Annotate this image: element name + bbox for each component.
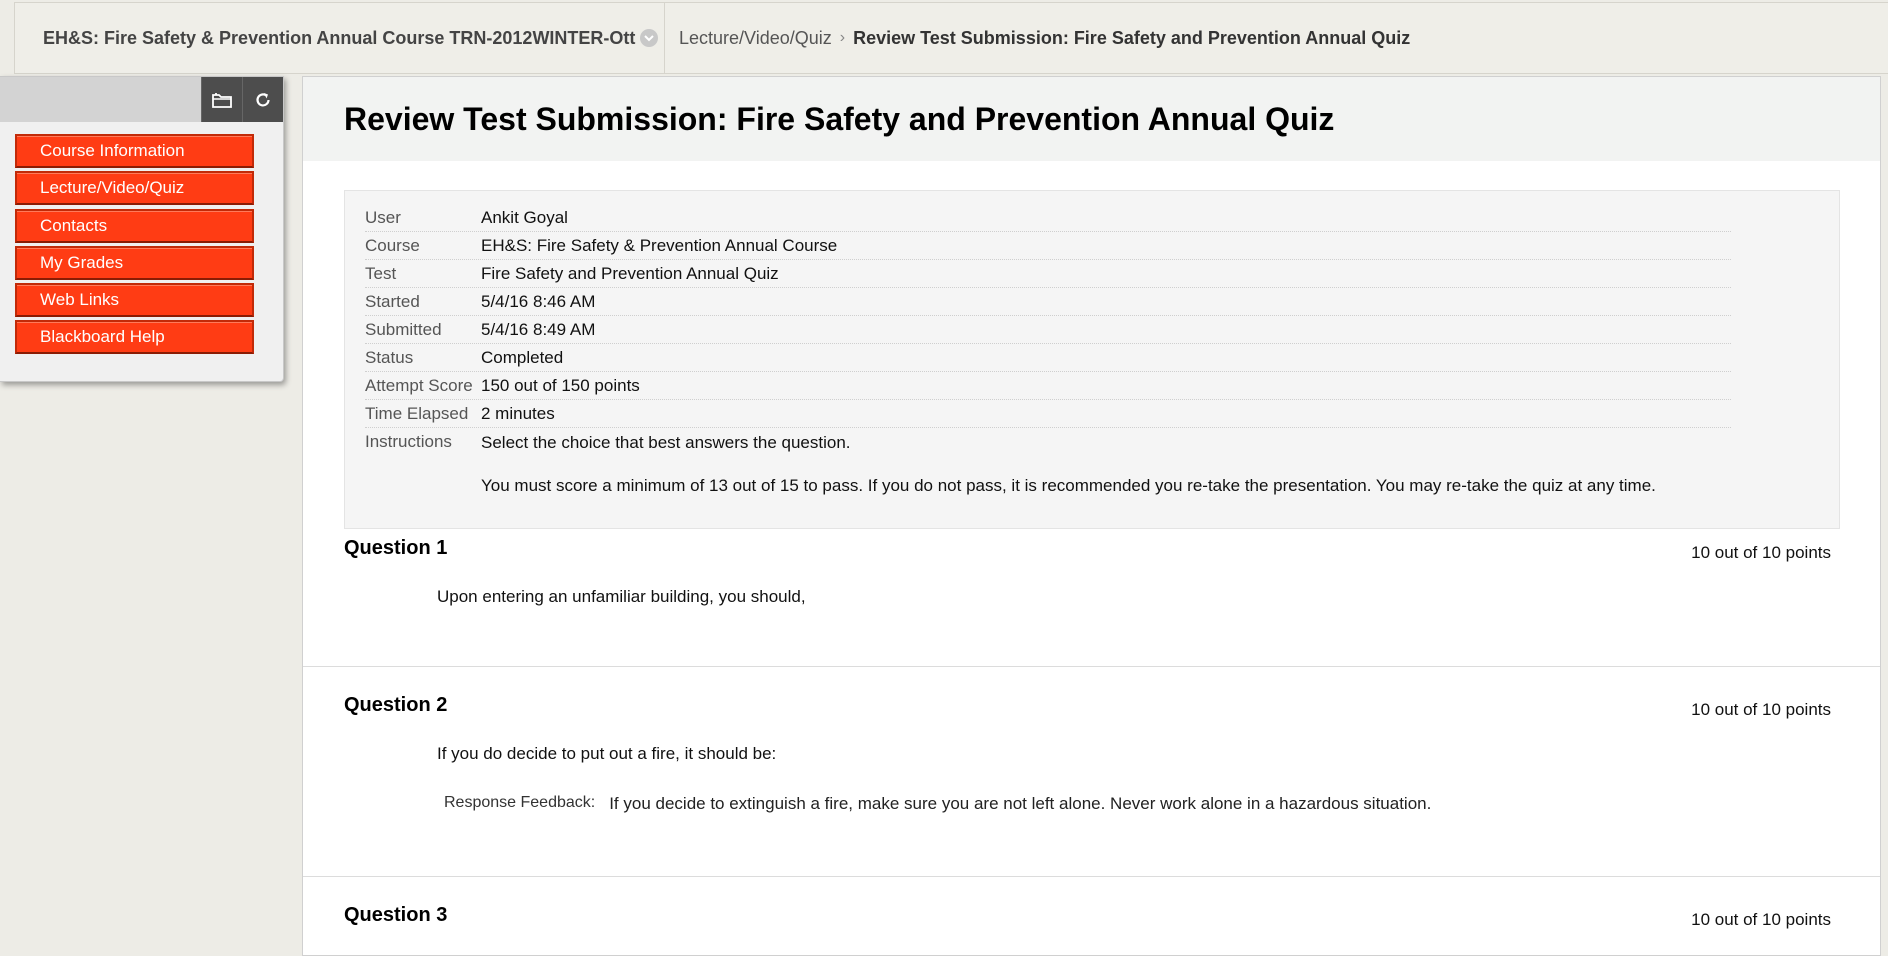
course-menu-toggle[interactable]: EH&S: Fire Safety & Prevention Annual Co… <box>15 3 665 73</box>
breadcrumb-current: Review Test Submission: Fire Safety and … <box>853 27 1411 48</box>
detail-value: 150 out of 150 points <box>481 376 640 395</box>
detail-label: Test <box>365 264 397 283</box>
menu-item-my-grades[interactable]: My Grades <box>15 245 254 280</box>
refresh-button[interactable] <box>242 77 283 122</box>
folder-view-button[interactable] <box>201 77 242 122</box>
response-feedback: Response Feedback: If you decide to exti… <box>444 794 1431 814</box>
course-menu: Course Information Lecture/Video/Quiz Co… <box>0 76 284 382</box>
menu-item-blackboard-help[interactable]: Blackboard Help <box>15 320 254 355</box>
detail-value: EH&S: Fire Safety & Prevention Annual Co… <box>481 236 838 255</box>
question-text: Upon entering an unfamiliar building, yo… <box>437 587 806 606</box>
detail-row-instructions: Instructions Select the choice that best… <box>365 428 1731 521</box>
detail-label: User <box>365 208 401 227</box>
detail-value: Completed <box>481 348 564 367</box>
detail-label: Course <box>365 236 420 255</box>
detail-row-time-elapsed: Time Elapsed 2 minutes <box>365 400 1731 428</box>
feedback-label: Response Feedback: <box>444 794 596 811</box>
detail-value: Ankit Goyal <box>481 208 568 227</box>
question-title: Question 1 <box>344 537 448 559</box>
detail-row-attempt-score: Attempt Score 150 out of 150 points <box>365 372 1731 400</box>
main-content: Review Test Submission: Fire Safety and … <box>302 76 1881 956</box>
course-menu-tools <box>201 77 283 122</box>
question-points: 10 out of 10 points <box>1691 910 1831 929</box>
breadcrumb-link-lecture[interactable]: Lecture/Video/Quiz <box>679 28 832 49</box>
instructions-line: You must score a minimum of 13 out of 15… <box>481 476 1656 495</box>
detail-row-submitted: Submitted 5/4/16 8:49 AM <box>365 316 1731 344</box>
question-title: Question 2 <box>344 694 448 716</box>
page-title: Review Test Submission: Fire Safety and … <box>344 100 1335 137</box>
course-menu-header <box>0 77 283 122</box>
course-menu-list: Course Information Lecture/Video/Quiz Co… <box>0 122 283 355</box>
detail-value: Fire Safety and Prevention Annual Quiz <box>481 264 779 283</box>
breadcrumb-bar: EH&S: Fire Safety & Prevention Annual Co… <box>14 2 1888 74</box>
menu-item-lecture-video-quiz[interactable]: Lecture/Video/Quiz <box>15 171 254 206</box>
detail-label: Status <box>365 348 414 367</box>
menu-item-web-links[interactable]: Web Links <box>15 283 254 318</box>
course-title: EH&S: Fire Safety & Prevention Annual Co… <box>43 27 636 48</box>
detail-row-started: Started 5/4/16 8:46 AM <box>365 288 1731 316</box>
detail-label: Time Elapsed <box>365 404 469 423</box>
question-text: If you do decide to put out a fire, it s… <box>437 744 777 763</box>
feedback-text: If you decide to extinguish a fire, make… <box>609 794 1432 813</box>
submission-details: User Ankit Goyal Course EH&S: Fire Safet… <box>344 190 1840 529</box>
detail-row-user: User Ankit Goyal <box>365 204 1731 232</box>
detail-value: 5/4/16 8:49 AM <box>481 320 596 339</box>
detail-row-status: Status Completed <box>365 344 1731 372</box>
instructions-line: Select the choice that best answers the … <box>481 433 851 452</box>
refresh-icon <box>256 92 270 106</box>
question-divider <box>303 666 1880 667</box>
breadcrumb: Lecture/Video/Quiz › Review Test Submiss… <box>665 28 1410 49</box>
breadcrumb-separator-icon: › <box>839 29 846 46</box>
detail-value: 2 minutes <box>481 404 555 423</box>
detail-value: 5/4/16 8:46 AM <box>481 292 596 311</box>
question-points: 10 out of 10 points <box>1691 700 1831 719</box>
detail-label: Submitted <box>365 320 442 339</box>
detail-row-course: Course EH&S: Fire Safety & Prevention An… <box>365 232 1731 260</box>
detail-row-test: Test Fire Safety and Prevention Annual Q… <box>365 260 1731 288</box>
question-points: 10 out of 10 points <box>1691 543 1831 562</box>
instructions-text: Select the choice that best answers the … <box>481 432 1656 518</box>
page-header: Review Test Submission: Fire Safety and … <box>303 77 1880 161</box>
folder-icon <box>212 92 232 108</box>
menu-item-course-information[interactable]: Course Information <box>15 134 254 168</box>
detail-label: Instructions <box>365 432 452 451</box>
detail-label: Started <box>365 292 420 311</box>
menu-item-contacts[interactable]: Contacts <box>15 208 254 243</box>
question-title: Question 3 <box>344 904 448 926</box>
question-divider <box>303 876 1880 877</box>
detail-label: Attempt Score <box>365 376 473 395</box>
chevron-down-icon[interactable] <box>639 28 659 48</box>
